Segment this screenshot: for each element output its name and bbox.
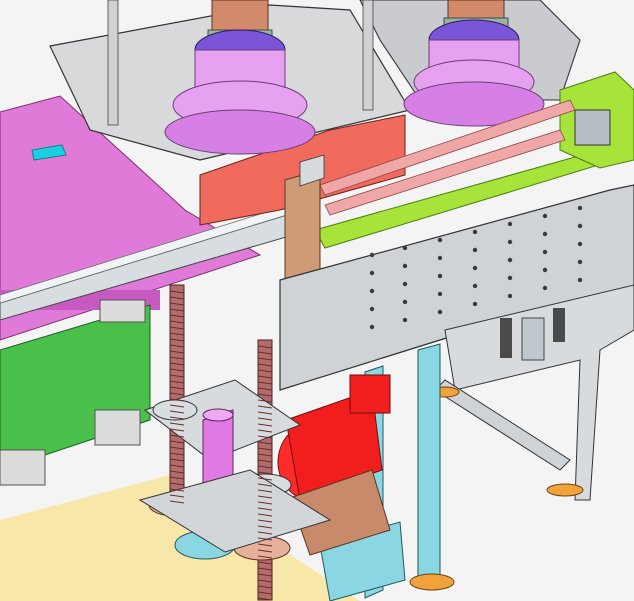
- guide-block-3: [99, 299, 146, 323]
- frame-hole: [507, 275, 513, 281]
- servo-block: [574, 109, 611, 146]
- foot-pad-left: [409, 573, 455, 591]
- frame-hole: [437, 237, 443, 243]
- frame-hole: [369, 324, 375, 330]
- motor-junction-box: [349, 374, 391, 414]
- flange-top-left: [152, 399, 198, 421]
- frame-hole: [369, 306, 375, 312]
- frame-hole: [542, 249, 548, 255]
- frame-hole: [542, 285, 548, 291]
- guide-block-1: [0, 449, 46, 486]
- cyan-column-right: [417, 343, 441, 589]
- frame-hole: [472, 265, 478, 271]
- vertical-rod-right: [362, 0, 374, 111]
- cylinder-1: [500, 318, 512, 358]
- frame-hole: [542, 213, 548, 219]
- frame-hole: [507, 293, 513, 299]
- frame-hole: [437, 273, 443, 279]
- frame-hole: [472, 247, 478, 253]
- frame-hole: [542, 231, 548, 237]
- frame-hole: [507, 221, 513, 227]
- cad-scene[interactable]: [0, 0, 634, 601]
- frame-hole: [472, 301, 478, 307]
- frame-hole: [437, 309, 443, 315]
- frame-hole: [542, 267, 548, 273]
- frame-hole: [402, 281, 408, 287]
- vertical-rod-left: [107, 0, 119, 126]
- frame-hole: [402, 317, 408, 323]
- frame-hole: [369, 270, 375, 276]
- frame-hole: [472, 229, 478, 235]
- violet-actuator-cap: [202, 408, 234, 422]
- cylinder-3: [553, 308, 565, 342]
- frame-hole: [577, 277, 583, 283]
- frame-hole: [577, 205, 583, 211]
- frame-hole: [402, 299, 408, 305]
- guide-block-2: [94, 409, 141, 446]
- violet-cylinder-left-base: [164, 109, 316, 155]
- frame-hole: [369, 288, 375, 294]
- frame-hole: [437, 291, 443, 297]
- frame-hole: [577, 241, 583, 247]
- tan-carriage: [284, 169, 321, 286]
- foot-pad-right: [546, 483, 584, 497]
- cylinder-2: [521, 317, 545, 361]
- frame-hole: [507, 239, 513, 245]
- frame-hole: [402, 245, 408, 251]
- lead-screw-right: [257, 339, 273, 601]
- frame-hole: [507, 257, 513, 263]
- frame-hole: [577, 223, 583, 229]
- frame-hole: [577, 259, 583, 265]
- cad-viewport[interactable]: [0, 0, 634, 601]
- frame-hole: [437, 255, 443, 261]
- frame-hole: [369, 252, 375, 258]
- frame-hole: [472, 283, 478, 289]
- frame-hole: [402, 263, 408, 269]
